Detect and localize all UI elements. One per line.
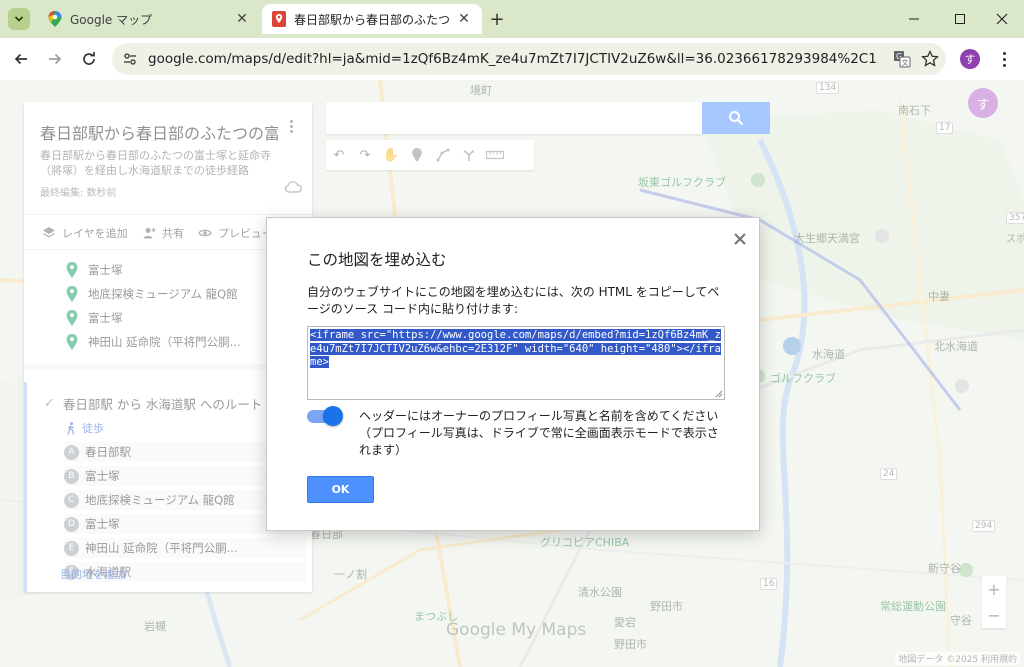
- bookmark-star-icon[interactable]: [920, 49, 940, 69]
- new-tab-button[interactable]: +: [486, 8, 508, 30]
- browser-tab-strip: Google マップ ✕ 春日部駅から春日部のふたつの富士 ✕ +: [0, 0, 1024, 38]
- svg-text:文: 文: [902, 58, 909, 67]
- url-text: google.com/maps/d/edit?hl=ja&mid=1zQf6Bz…: [148, 51, 878, 67]
- back-button[interactable]: [8, 46, 34, 72]
- tab-google-maps[interactable]: Google マップ ✕: [38, 4, 260, 34]
- toggle-label: ヘッダーにはオーナーのプロフィール写真と名前を含めてください（プロフィール写真は…: [359, 409, 719, 457]
- chevron-down-icon: [14, 16, 24, 22]
- embed-code-text[interactable]: <iframe src="https://www.google.com/maps…: [310, 329, 721, 368]
- forward-button[interactable]: [42, 46, 68, 72]
- toggle-knob: [323, 406, 343, 426]
- arrow-left-icon: [14, 53, 27, 65]
- tab-title: 春日部駅から春日部のふたつの富士: [294, 12, 450, 27]
- translate-icon[interactable]: G文: [892, 49, 912, 69]
- include-header-toggle[interactable]: [307, 406, 343, 426]
- tab-search-menu-button[interactable]: [8, 8, 30, 30]
- dialog-instructions: 自分のウェブサイトにこの地図を埋め込むには、次の HTML をコピーしてページの…: [307, 285, 720, 316]
- minimize-button[interactable]: [892, 6, 936, 32]
- browser-toolbar: google.com/maps/d/edit?hl=ja&mid=1zQf6Bz…: [0, 38, 1024, 80]
- maximize-button[interactable]: [938, 6, 982, 32]
- reload-button[interactable]: [76, 46, 102, 72]
- address-bar[interactable]: google.com/maps/d/edit?hl=ja&mid=1zQf6Bz…: [112, 43, 946, 75]
- arrow-right-icon: [49, 53, 62, 65]
- profile-avatar[interactable]: す: [960, 49, 980, 69]
- close-window-button[interactable]: [980, 6, 1024, 32]
- dialog-title: この地図を埋め込む: [307, 251, 447, 269]
- tab-my-maps[interactable]: 春日部駅から春日部のふたつの富士 ✕: [262, 4, 482, 34]
- my-maps-icon: [272, 11, 286, 27]
- browser-menu-icon[interactable]: [994, 48, 1014, 70]
- tab-title: Google マップ: [70, 12, 153, 27]
- google-maps-icon: [48, 11, 62, 27]
- minimize-icon: [909, 18, 919, 20]
- embed-map-dialog: この地図を埋め込む 自分のウェブサイトにこの地図を埋め込むには、次の HTML …: [266, 217, 760, 531]
- close-icon[interactable]: [733, 232, 747, 246]
- ok-button[interactable]: OK: [307, 476, 374, 503]
- tab-close-icon[interactable]: ✕: [234, 11, 250, 27]
- tab-close-icon[interactable]: ✕: [456, 11, 472, 27]
- resize-handle-icon[interactable]: [715, 390, 723, 398]
- close-icon: [996, 13, 1008, 25]
- maximize-icon: [955, 14, 965, 24]
- reload-icon: [83, 52, 95, 65]
- site-info-icon[interactable]: [122, 51, 138, 67]
- embed-code-textarea[interactable]: <iframe src="https://www.google.com/maps…: [307, 326, 725, 400]
